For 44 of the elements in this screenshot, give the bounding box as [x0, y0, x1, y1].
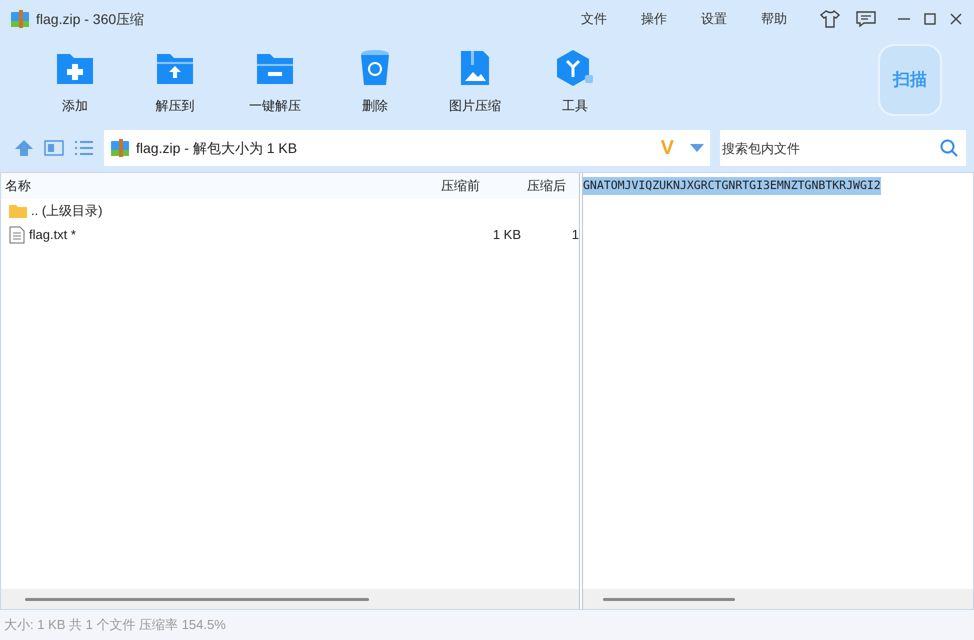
preview-text: GNATOMJVIQZUKNJXGRCTGNRTGI3EMNZTGNBTKRJWGI2: [583, 177, 881, 195]
dropdown-icon[interactable]: [690, 144, 704, 152]
address-path: flag.zip - 解包大小为 1 KB: [136, 138, 298, 158]
hexagon-tool-icon: [555, 49, 595, 87]
status-text: 大小: 1 KB 共 1 个文件 压缩率 154.5%: [4, 616, 226, 634]
panel-view-icon[interactable]: [44, 139, 64, 157]
file-name: flag.txt *: [29, 226, 76, 244]
menu-item[interactable]: 操作: [624, 9, 684, 29]
menu-item[interactable]: 文件: [564, 9, 624, 29]
zipped-image-icon: [459, 49, 491, 87]
column-header[interactable]: 压缩前: [441, 176, 527, 196]
vip-label: V: [660, 136, 674, 161]
size-cell-text: 1 KB: [492, 226, 521, 244]
toolbar-button[interactable]: 图片压缩: [425, 38, 525, 118]
packed-size-cell-text: 1: [570, 226, 579, 244]
archive-icon: [10, 9, 30, 29]
window-title: flag.zip - 360压缩: [36, 10, 144, 29]
shirt-icon[interactable]: [820, 10, 840, 28]
list-view-icon[interactable]: [74, 139, 94, 157]
address-field[interactable]: flag.zip - 解包大小为 1 KB V: [104, 130, 710, 166]
toolbar-button[interactable]: 工具: [525, 38, 625, 118]
toolbar-button[interactable]: 解压到: [125, 38, 225, 118]
close-icon[interactable]: [950, 13, 962, 25]
search-icon[interactable]: [940, 139, 958, 157]
column-header[interactable]: 名称: [1, 176, 441, 196]
toolbar-button[interactable]: 一键解压: [225, 38, 325, 118]
file-row[interactable]: flag.txt * 1 KB 1: [1, 223, 579, 247]
menu-item[interactable]: 帮助: [744, 9, 804, 29]
message-icon[interactable]: [856, 10, 876, 28]
file-row[interactable]: .. (上级目录): [1, 199, 579, 223]
archive-icon: [110, 138, 130, 158]
column-header[interactable]: 压缩后: [527, 176, 579, 196]
up-arrow-icon[interactable]: [14, 139, 34, 157]
toolbar-button[interactable]: 添加: [25, 38, 125, 118]
recycle-bin-icon: [359, 49, 391, 87]
menu-item[interactable]: 设置: [684, 9, 744, 29]
text-file-icon: [9, 226, 25, 244]
maximize-icon[interactable]: [924, 13, 936, 25]
file-name: .. (上级目录): [31, 202, 102, 220]
horizontal-scrollbar[interactable]: [1, 589, 579, 609]
search-field[interactable]: 搜索包内文件: [720, 130, 966, 166]
horizontal-scrollbar[interactable]: [583, 589, 973, 609]
toolbar-button[interactable]: 删除: [325, 38, 425, 118]
folder-icon: [9, 203, 27, 219]
